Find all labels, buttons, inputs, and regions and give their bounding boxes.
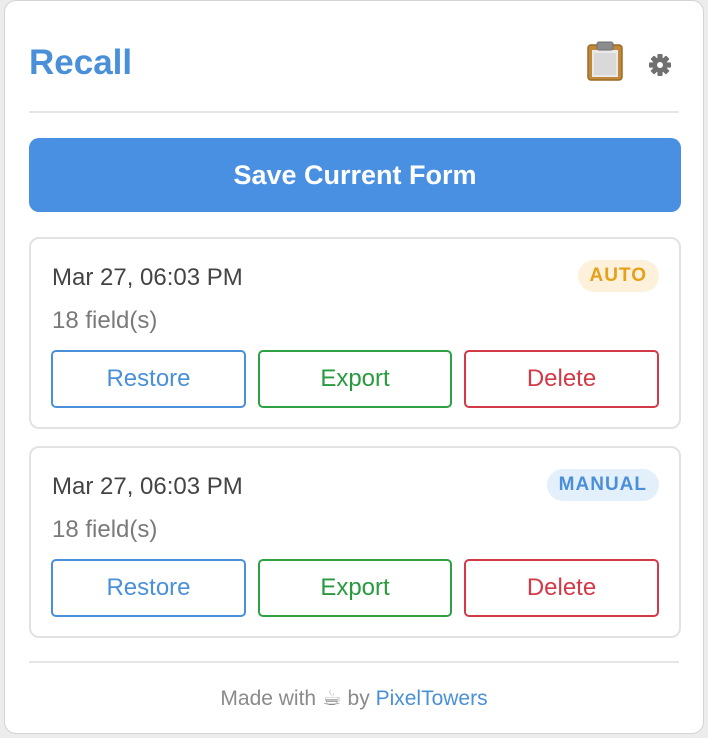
gear-icon[interactable]: [646, 51, 674, 79]
footer-made-with: Made with: [220, 687, 317, 710]
snapshot-card: Mar 27, 06:03 PM AUTO 18 field(s) Restor…: [29, 237, 681, 429]
snapshot-date: Mar 27, 06:03 PM: [52, 264, 243, 291]
footer: Made with ☕ by PixelTowers: [29, 661, 679, 733]
restore-button[interactable]: Restore: [51, 559, 246, 617]
auto-badge: AUTO: [577, 260, 659, 292]
pixeltowers-link[interactable]: PixelTowers: [376, 687, 488, 710]
save-current-form-button[interactable]: Save Current Form: [29, 138, 681, 212]
snapshot-card: Mar 27, 06:03 PM MANUAL 18 field(s) Rest…: [29, 446, 681, 638]
footer-by: by: [347, 687, 370, 710]
export-button[interactable]: Export: [258, 350, 452, 408]
delete-button[interactable]: Delete: [464, 559, 659, 617]
export-button[interactable]: Export: [258, 559, 452, 617]
coffee-icon: ☕: [321, 685, 342, 710]
manual-badge: MANUAL: [546, 469, 659, 501]
restore-button[interactable]: Restore: [51, 350, 246, 408]
recall-popup: Recall Save Current Form Mar 27, 06:03 P…: [4, 0, 704, 734]
app-title: Recall: [29, 43, 133, 82]
clipboard-icon[interactable]: [584, 41, 626, 81]
snapshot-field-count: 18 field(s): [52, 516, 158, 543]
snapshot-date: Mar 27, 06:03 PM: [52, 473, 243, 500]
header: Recall: [29, 1, 679, 113]
snapshot-field-count: 18 field(s): [52, 307, 158, 334]
delete-button[interactable]: Delete: [464, 350, 659, 408]
